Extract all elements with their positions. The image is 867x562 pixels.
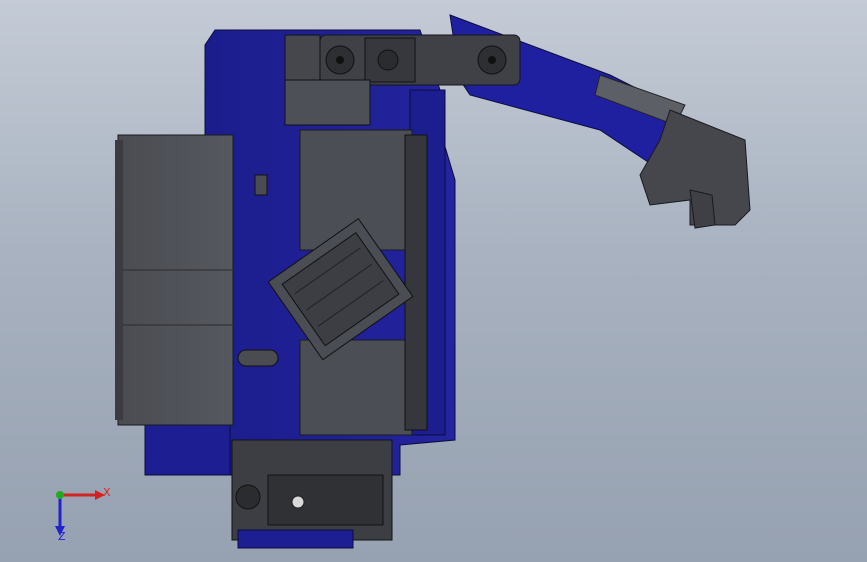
torso-side-rail <box>404 134 428 431</box>
arm-gripper-tip <box>689 189 716 229</box>
robot-assembly-model[interactable] <box>0 0 867 562</box>
battery-pack-edge <box>115 140 123 420</box>
servo-horn-2 <box>377 49 399 71</box>
servo-block-top-left <box>284 34 321 86</box>
leg-servo <box>267 474 384 526</box>
servo-block-lower <box>284 79 371 126</box>
torso-lower-block <box>299 339 413 436</box>
leg-servo-screw <box>291 495 305 509</box>
blue-slot-2 <box>254 174 268 196</box>
leg-blue-base <box>237 529 354 549</box>
leg-servo-horn <box>235 484 261 510</box>
blue-slot-1 <box>237 349 279 367</box>
blue-left-strip <box>144 424 231 476</box>
3d-viewport[interactable]: X Z <box>0 0 867 562</box>
axis-z-label: Z <box>58 530 66 543</box>
battery-pack-left <box>117 134 234 426</box>
axis-x-label: X <box>103 486 111 499</box>
